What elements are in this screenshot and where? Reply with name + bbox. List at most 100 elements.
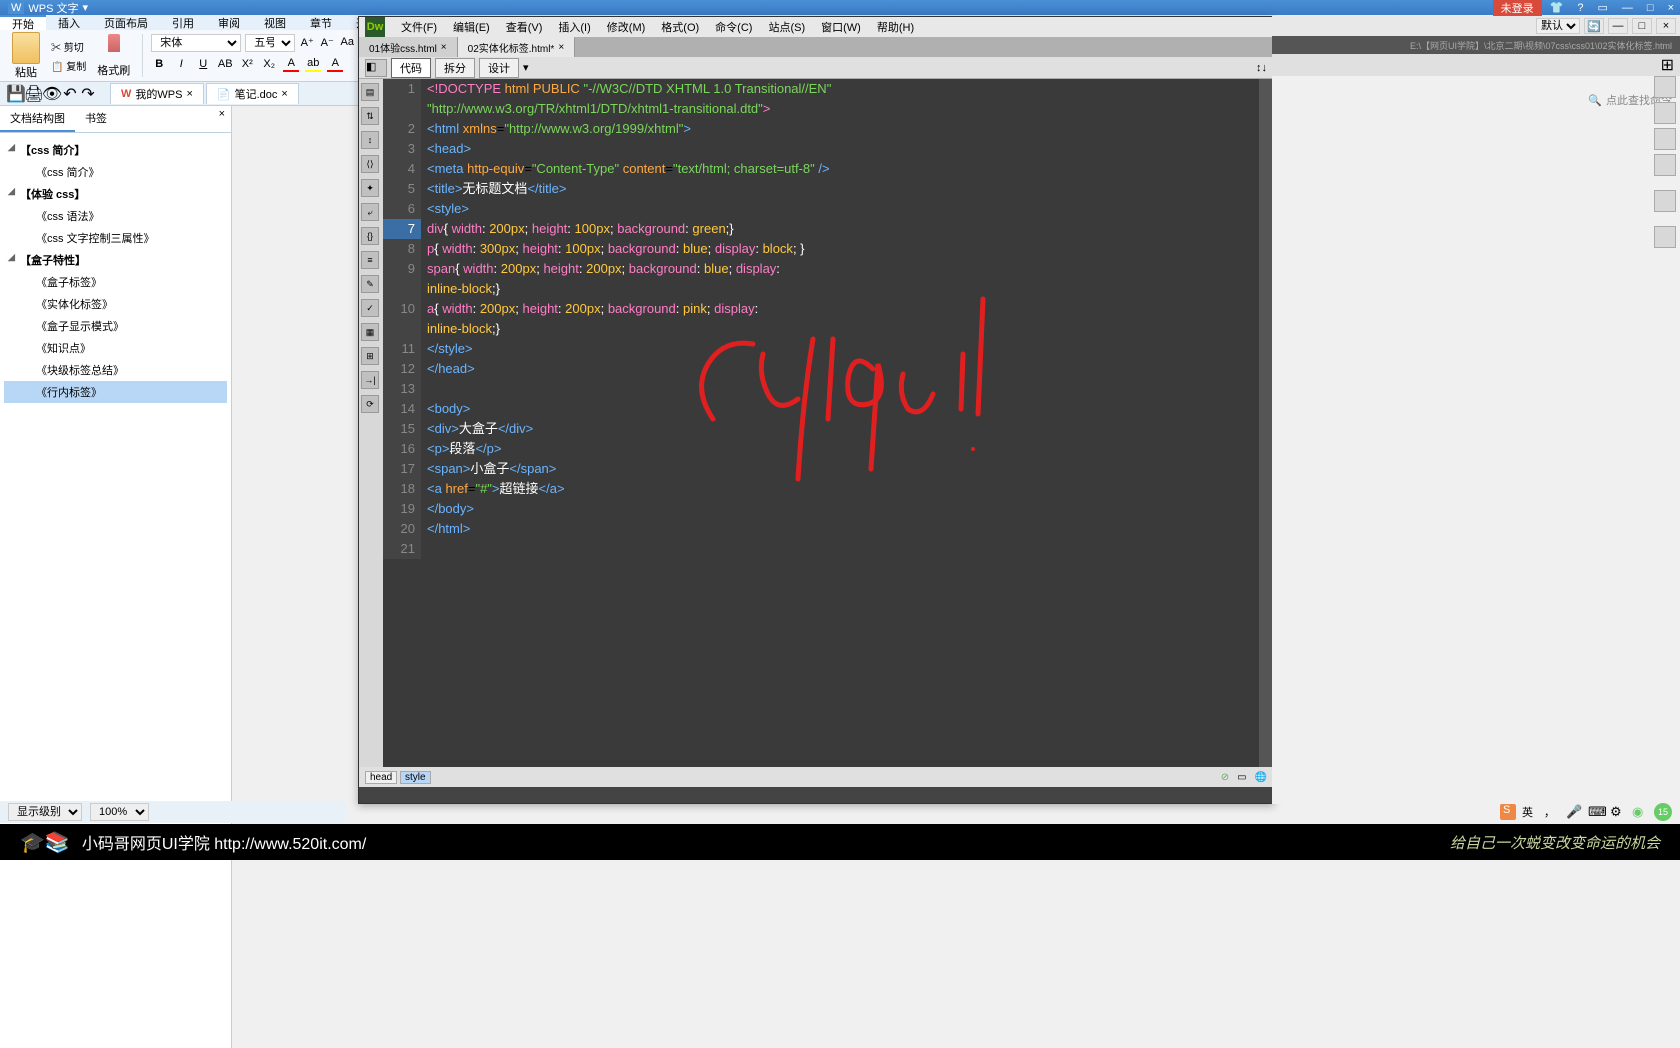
close-sidebar-icon[interactable]: × <box>213 106 231 132</box>
code-line[interactable]: 20</html> <box>383 519 1259 539</box>
code-line[interactable]: 13 <box>383 379 1259 399</box>
cut-button[interactable]: ✂ 剪切 <box>48 38 89 55</box>
tree-item[interactable]: ◢【css 简介】 <box>4 139 227 161</box>
code-line[interactable]: 16<p>段落</p> <box>383 439 1259 459</box>
increase-font-icon[interactable]: A⁺ <box>299 34 315 50</box>
gutter-open-icon[interactable]: ▤ <box>361 83 379 101</box>
gutter-wrap-icon[interactable]: ⤶ <box>361 203 379 221</box>
close-filetab-icon[interactable]: × <box>558 42 564 53</box>
dw-menu-item[interactable]: 修改(M) <box>599 19 654 35</box>
copy-button[interactable]: 📋 复制 <box>48 57 89 74</box>
tag-style[interactable]: style <box>400 771 431 784</box>
tree-item[interactable]: 《盒子显示模式》 <box>4 315 227 337</box>
close-tab-icon[interactable]: × <box>186 88 192 100</box>
dw-menu-item[interactable]: 命令(C) <box>707 19 760 35</box>
close-filetab-icon[interactable]: × <box>441 42 447 53</box>
login-button[interactable]: 未登录 <box>1493 0 1542 16</box>
dw-menu-item[interactable]: 文件(F) <box>393 19 445 35</box>
vertical-scrollbar[interactable] <box>1259 79 1273 767</box>
tree-item[interactable]: 《块级标签总结》 <box>4 359 227 381</box>
font-size-select[interactable]: 五号 <box>245 34 295 52</box>
tree-item[interactable]: ◢【体验 css】 <box>4 183 227 205</box>
menu-插入[interactable]: 插入 <box>46 15 92 30</box>
ime-settings-icon[interactable]: ⚙ <box>1610 804 1626 820</box>
dropdown-icon[interactable]: ▾ <box>83 1 89 14</box>
files-panel-icon[interactable] <box>1654 102 1676 124</box>
dw-menu-item[interactable]: 插入(I) <box>550 19 598 35</box>
code-line[interactable]: "http://www.w3.org/TR/xhtml1/DTD/xhtml1-… <box>383 99 1259 119</box>
view-split-button[interactable]: 拆分 <box>435 58 475 78</box>
close-icon[interactable]: × <box>1662 2 1680 14</box>
dw-menu-item[interactable]: 站点(S) <box>760 19 813 35</box>
superscript-icon[interactable]: X² <box>239 56 255 72</box>
menu-开始[interactable]: 开始 <box>0 15 46 30</box>
snippets-panel-icon[interactable] <box>1654 226 1676 248</box>
tag-head[interactable]: head <box>365 771 397 784</box>
gutter-check-icon[interactable]: ✓ <box>361 299 379 317</box>
assets-panel-icon[interactable] <box>1654 128 1676 150</box>
tree-item[interactable]: 《盒子标签》 <box>4 271 227 293</box>
code-line[interactable]: 21 <box>383 539 1259 559</box>
shirt-icon[interactable]: 👕 <box>1544 1 1570 14</box>
dw-close-icon[interactable]: × <box>1656 18 1676 34</box>
window-icon[interactable]: ▭ <box>1592 1 1614 14</box>
ime-lang[interactable]: 英 <box>1522 804 1538 820</box>
status-globe-icon[interactable]: 🌐 <box>1255 772 1267 783</box>
subscript-icon[interactable]: X₂ <box>261 56 277 72</box>
ime-keyboard-icon[interactable]: ⌨ <box>1588 804 1604 820</box>
italic-icon[interactable]: I <box>173 56 189 72</box>
code-line[interactable]: 8p{ width: 300px; height: 100px; backgro… <box>383 239 1259 259</box>
panel-icon[interactable]: ◧ <box>365 59 387 77</box>
css-panel-icon[interactable] <box>1654 76 1676 98</box>
code-area[interactable]: 1<!DOCTYPE html PUBLIC "-//W3C//DTD XHTM… <box>383 79 1259 767</box>
font-color-icon[interactable]: A <box>283 56 299 72</box>
code-line[interactable]: 15<div>大盒子</div> <box>383 419 1259 439</box>
gutter-comment-icon[interactable]: ✎ <box>361 275 379 293</box>
undo-icon[interactable]: ↶ <box>62 86 78 102</box>
tree-item[interactable]: 《css 简介》 <box>4 161 227 183</box>
dw-maximize-icon[interactable]: □ <box>1632 18 1652 34</box>
gutter-nav-icon[interactable]: ↕ <box>361 131 379 149</box>
strikethrough-icon[interactable]: AB <box>217 56 233 72</box>
font-family-select[interactable]: 宋体 <box>151 34 241 52</box>
behaviors-panel-icon[interactable] <box>1654 190 1676 212</box>
code-line[interactable]: 11</style> <box>383 339 1259 359</box>
gutter-star-icon[interactable]: ✦ <box>361 179 379 197</box>
dw-menu-item[interactable]: 查看(V) <box>498 19 551 35</box>
underline-icon[interactable]: U <box>195 56 211 72</box>
minimize-icon[interactable]: — <box>1616 2 1639 14</box>
tree-item[interactable]: 《css 文字控制三属性》 <box>4 227 227 249</box>
dw-menu-item[interactable]: 编辑(E) <box>445 19 498 35</box>
code-line[interactable]: 9span{ width: 200px; height: 200px; back… <box>383 259 1259 279</box>
tab-notes[interactable]: 📄 笔记.doc × <box>206 83 299 104</box>
gutter-code-icon[interactable]: {} <box>361 227 379 245</box>
gutter-highlight-icon[interactable]: ▦ <box>361 323 379 341</box>
sync-icon[interactable]: 🔄 <box>1584 18 1604 34</box>
gutter-refresh-icon[interactable]: ⟳ <box>361 395 379 413</box>
zoom-value-select[interactable]: 100% <box>90 803 149 821</box>
dw-menu-item[interactable]: 窗口(W) <box>813 19 869 35</box>
gutter-indent-icon[interactable]: →| <box>361 371 379 389</box>
help-icon[interactable]: ? <box>1571 2 1589 14</box>
redo-icon[interactable]: ↷ <box>80 86 96 102</box>
tree-item[interactable]: 《css 语法》 <box>4 205 227 227</box>
menu-引用[interactable]: 引用 <box>160 15 206 30</box>
dropdown-icon[interactable]: ▾ <box>523 61 529 74</box>
tab-mywps[interactable]: W 我的WPS × <box>110 83 204 104</box>
decrease-font-icon[interactable]: A⁻ <box>319 34 335 50</box>
tab-bookmarks[interactable]: 书签 <box>75 106 117 132</box>
tree-item[interactable]: 《知识点》 <box>4 337 227 359</box>
tree-item[interactable]: ◢【盒子特性】 <box>4 249 227 271</box>
zoom-label-select[interactable]: 显示级别 <box>8 803 82 821</box>
account-select[interactable]: 默认 <box>1536 18 1580 34</box>
code-line[interactable]: inline-block;} <box>383 319 1259 339</box>
maximize-icon[interactable]: □ <box>1641 2 1660 14</box>
menu-页面布局[interactable]: 页面布局 <box>92 15 160 30</box>
gutter-collapse-icon[interactable]: ⇅ <box>361 107 379 125</box>
code-line[interactable]: 6<style> <box>383 199 1259 219</box>
tree-arrow-icon[interactable]: ◢ <box>8 142 15 153</box>
code-line[interactable]: 7div{ width: 200px; height: 100px; backg… <box>383 219 1259 239</box>
close-tab-icon[interactable]: × <box>281 88 287 100</box>
code-line[interactable]: 12</head> <box>383 359 1259 379</box>
dw-file-tab[interactable]: 02实体化标签.html* × <box>458 37 576 57</box>
